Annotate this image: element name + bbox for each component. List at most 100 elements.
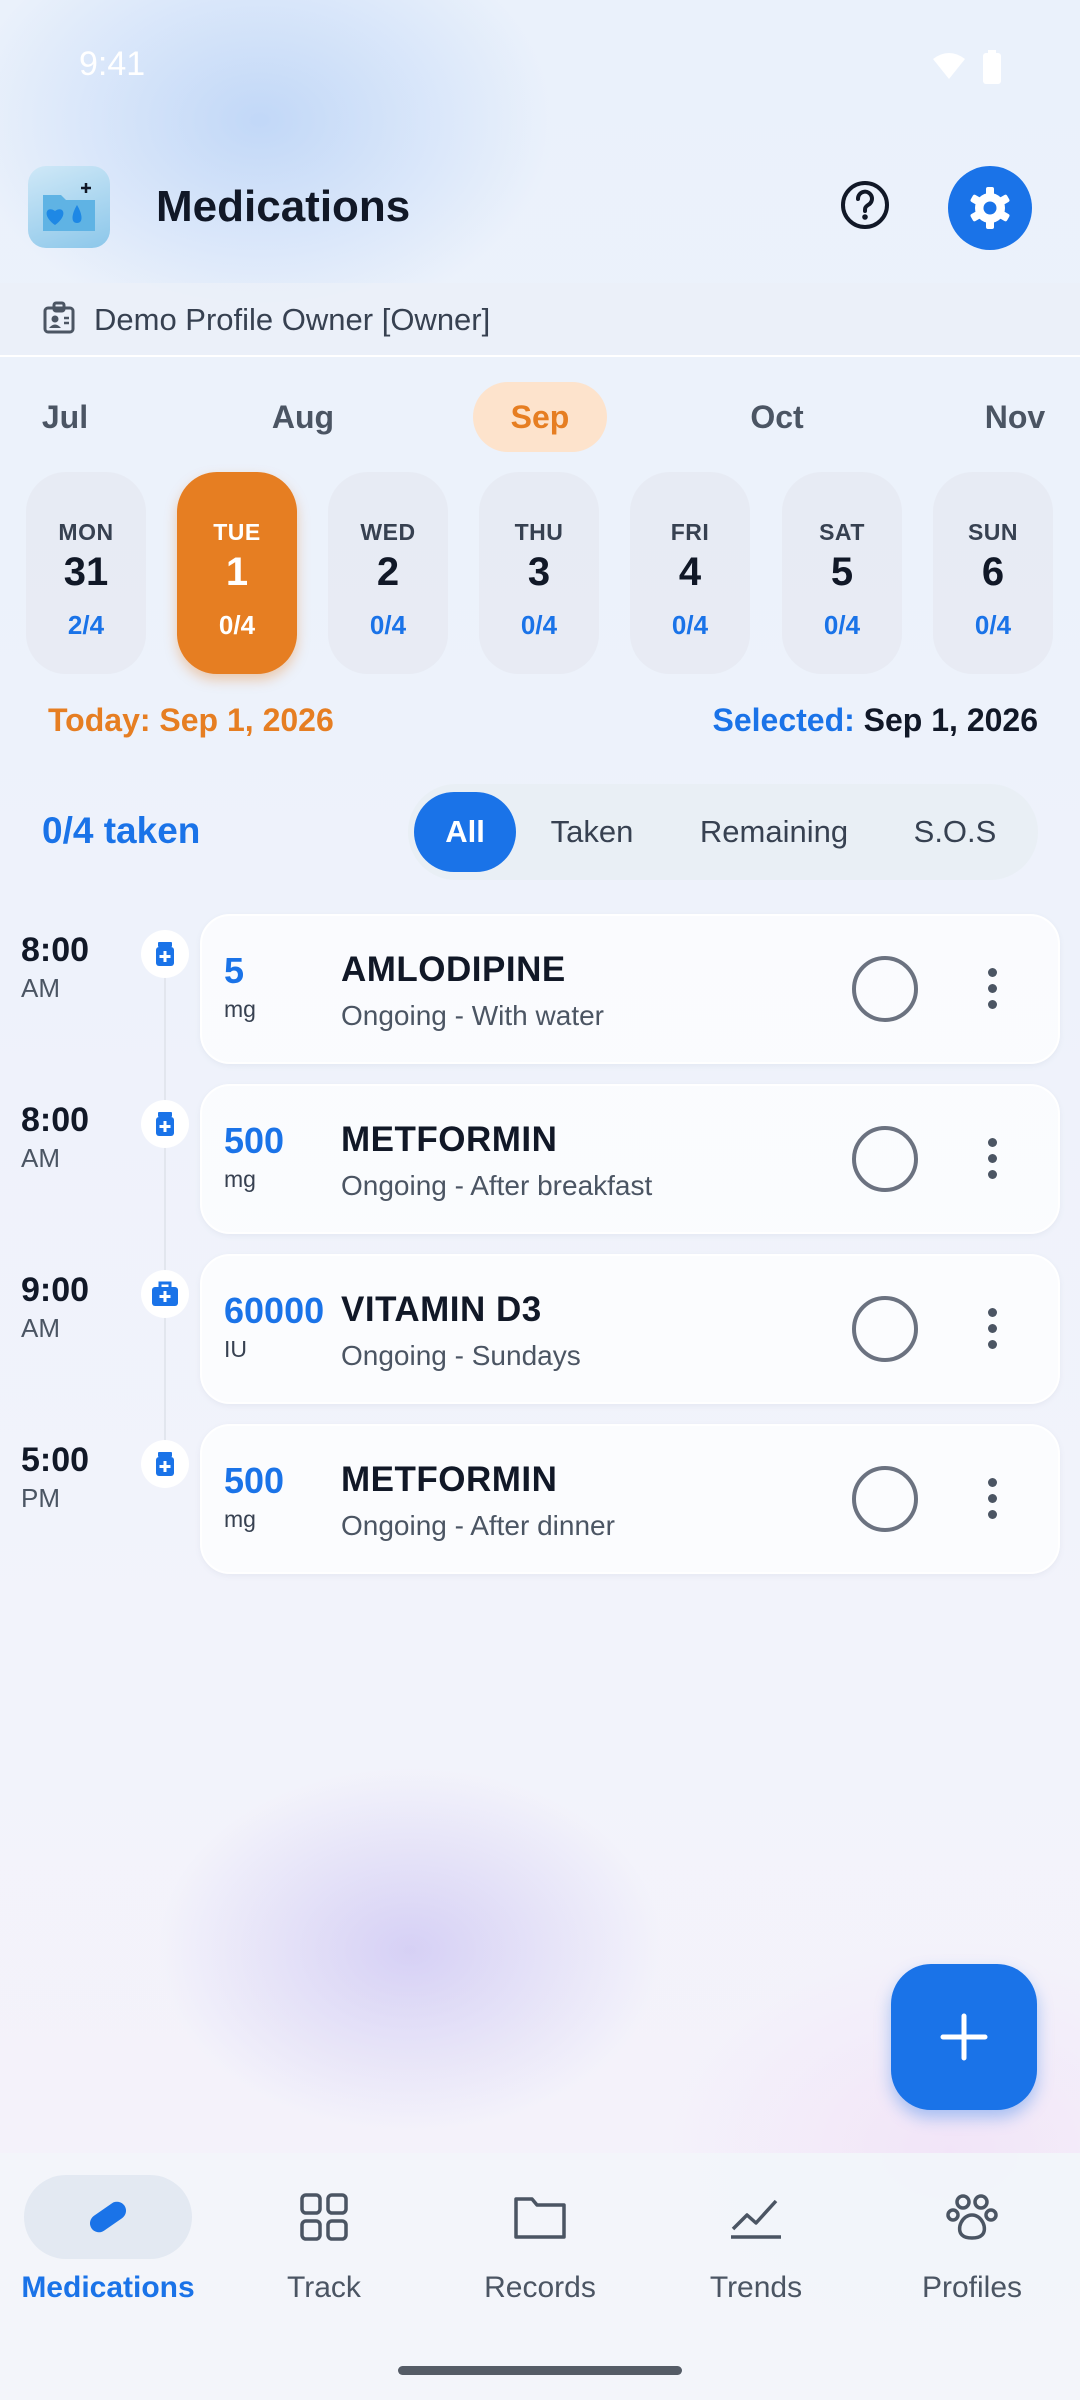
nav-label: Medications [21, 2271, 195, 2304]
medication-card[interactable]: 60000 IU VITAMIN D3 Ongoing - Sundays [200, 1254, 1060, 1404]
day-name: FRI [670, 519, 710, 545]
day-fri[interactable]: FRI 4 0/4 [630, 472, 750, 674]
medication-detail: Ongoing - Sundays [341, 1340, 581, 1371]
dose-value: 500 [224, 1460, 285, 1501]
medication-card[interactable]: 500 mg METFORMIN Ongoing - After dinner [200, 1424, 1060, 1574]
nav-label: Track [287, 2271, 361, 2304]
day-date: 2 [376, 550, 400, 594]
mark-taken-checkbox[interactable] [852, 956, 918, 1022]
mark-taken-checkbox[interactable] [852, 1126, 918, 1192]
more-options-icon[interactable] [962, 1128, 1022, 1188]
trend-icon [672, 2175, 840, 2259]
time-label: 9:00 AM [21, 1272, 89, 1346]
help-button[interactable] [830, 170, 900, 240]
time-value: 8:00 [21, 1101, 90, 1139]
paw-icon [888, 2175, 1056, 2259]
pill-bottle-icon [141, 1100, 189, 1148]
day-name: SAT [819, 519, 865, 545]
nav-label: Profiles [921, 2271, 1023, 2304]
day-tue[interactable]: TUE 1 0/4 [177, 472, 297, 674]
day-count: 0/4 [218, 610, 256, 640]
more-options-icon[interactable] [962, 1298, 1022, 1358]
time-label: 8:00 AM [21, 1102, 89, 1176]
time-ampm: AM [21, 973, 60, 1003]
gear-icon [970, 187, 1010, 229]
status-time: 9:41 [79, 45, 146, 83]
month-aug[interactable]: Aug [258, 382, 348, 452]
medication-detail: Ongoing - With water [341, 1000, 604, 1031]
battery-icon [983, 50, 1001, 84]
day-name: SUN [967, 519, 1019, 545]
time-value: 9:00 [21, 1271, 90, 1309]
filter-all[interactable]: All [414, 792, 516, 872]
day-count: 0/4 [520, 610, 558, 640]
dose-unit: mg [224, 996, 256, 1022]
day-date: 5 [830, 550, 854, 594]
day-name: MON [58, 519, 114, 545]
nav-medications[interactable]: Medications [0, 2175, 216, 2325]
wifi-icon [933, 53, 965, 79]
day-thu[interactable]: THU 3 0/4 [479, 472, 599, 674]
month-oct[interactable]: Oct [732, 382, 822, 452]
medical-kit-icon [141, 1270, 189, 1318]
day-count: 0/4 [974, 610, 1012, 640]
day-name: THU [514, 519, 564, 545]
selected-value: Sep 1, 2026 [863, 702, 1038, 738]
day-date: 1 [225, 550, 249, 594]
more-options-icon[interactable] [962, 958, 1022, 1018]
nav-trends[interactable]: Trends [648, 2175, 864, 2325]
day-mon[interactable]: MON 31 2/4 [26, 472, 146, 674]
month-nov[interactable]: Nov [972, 382, 1058, 452]
pill-icon [24, 2175, 192, 2259]
time-label: 5:00 PM [21, 1442, 89, 1516]
day-name: WED [360, 519, 416, 545]
dose-unit: IU [224, 1336, 247, 1362]
mark-taken-checkbox[interactable] [852, 1296, 918, 1362]
grid-icon [240, 2175, 408, 2259]
time-ampm: AM [21, 1143, 60, 1173]
filter-taken[interactable]: Taken [516, 792, 668, 872]
day-date: 4 [678, 550, 702, 594]
selected-date: Selected: Sep 1, 2026 [712, 702, 1038, 739]
timeline-line [164, 975, 166, 1445]
help-icon [841, 181, 889, 229]
day-count: 2/4 [67, 610, 105, 640]
nav-profiles[interactable]: Profiles [864, 2175, 1080, 2325]
folder-icon [456, 2175, 624, 2259]
home-indicator[interactable] [398, 2366, 682, 2375]
medication-name: AMLODIPINE [341, 950, 566, 989]
filter-sos[interactable]: S.O.S [880, 792, 1030, 872]
pill-bottle-icon [141, 930, 189, 978]
filter-bar: All Taken Remaining S.O.S [408, 784, 1038, 880]
nav-records[interactable]: Records [432, 2175, 648, 2325]
mark-taken-checkbox[interactable] [852, 1466, 918, 1532]
day-wed[interactable]: WED 2 0/4 [328, 472, 448, 674]
day-name: TUE [213, 519, 261, 545]
medication-detail: Ongoing - After breakfast [341, 1170, 653, 1201]
filter-remaining[interactable]: Remaining [668, 792, 880, 872]
day-date: 6 [981, 550, 1005, 594]
taken-summary: 0/4 taken [42, 810, 201, 851]
month-sep[interactable]: Sep [473, 382, 607, 452]
month-jul[interactable]: Jul [22, 382, 108, 452]
time-label: 8:00 AM [21, 932, 89, 1006]
medication-card[interactable]: 500 mg METFORMIN Ongoing - After breakfa… [200, 1084, 1060, 1234]
dose-unit: mg [224, 1506, 256, 1532]
medication-name: METFORMIN [341, 1460, 558, 1499]
medication-name: VITAMIN D3 [341, 1290, 542, 1329]
medication-card[interactable]: 5 mg AMLODIPINE Ongoing - With water [200, 914, 1060, 1064]
day-sat[interactable]: SAT 5 0/4 [782, 472, 902, 674]
app-logo [28, 166, 110, 248]
time-ampm: PM [21, 1483, 60, 1513]
dose-value: 500 [224, 1120, 285, 1161]
nav-track[interactable]: Track [216, 2175, 432, 2325]
day-count: 0/4 [671, 610, 709, 640]
day-sun[interactable]: SUN 6 0/4 [933, 472, 1053, 674]
nav-label: Records [484, 2271, 596, 2304]
more-options-icon[interactable] [962, 1468, 1022, 1528]
add-medication-button[interactable] [891, 1964, 1037, 2110]
dose-value: 60000 [224, 1290, 325, 1331]
settings-button[interactable] [948, 166, 1032, 250]
today-label[interactable]: Today: Sep 1, 2026 [48, 702, 334, 739]
day-count: 0/4 [823, 610, 861, 640]
